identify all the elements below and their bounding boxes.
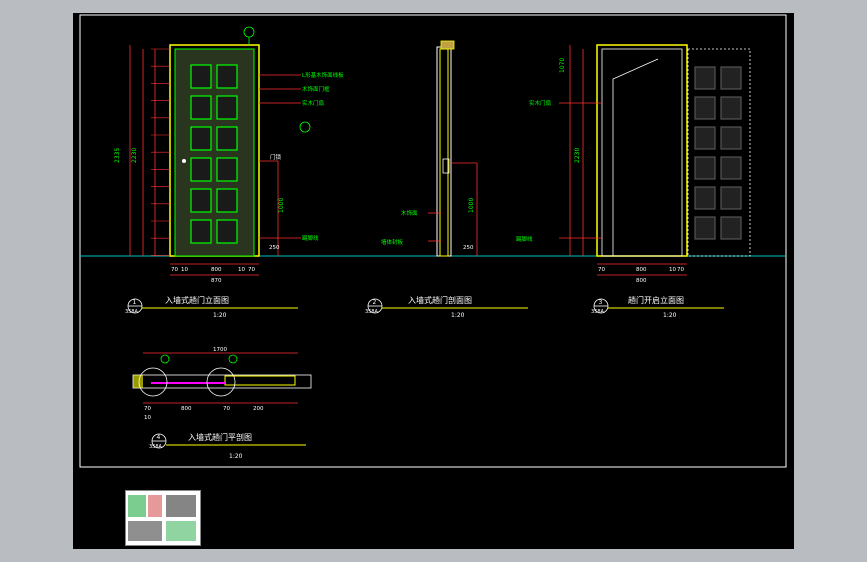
door-glass-panel xyxy=(216,157,238,182)
dim-250: 250 xyxy=(269,245,280,251)
svg-text:实木门扇: 实木门扇 xyxy=(529,99,551,107)
dim-2230: 2230 xyxy=(131,148,138,163)
view3-title: 趟门开启立面图 xyxy=(628,295,684,305)
door-glass-panel xyxy=(190,126,212,151)
svg-text:1:20: 1:20 xyxy=(663,312,677,319)
svg-text:70: 70 xyxy=(223,406,230,412)
svg-text:200: 200 xyxy=(253,406,264,412)
door-glass-panel xyxy=(694,66,716,90)
label-skirting: 踢脚线 xyxy=(302,234,319,242)
svg-text:墙体封板: 墙体封板 xyxy=(381,238,404,246)
view1-door-elevation: 2335 2230 L形基木饰面线板 木饰面门框 实木门扇 1000 门锁 踢脚… xyxy=(114,26,344,319)
svg-text:800: 800 xyxy=(181,406,192,412)
view3-door-open-elevation: 1070 2230 实木门扇 踢脚线 70 800 10 70 800 3 3S… xyxy=(516,44,751,319)
label-leaf: 实木门扇 xyxy=(302,99,324,107)
door-glass-panel xyxy=(694,96,716,120)
door-glass-panel xyxy=(190,188,212,213)
svg-text:10: 10 xyxy=(181,267,188,273)
view4-door-plan: 1700 70 800 70 200 10 4 3S8A 入墙式趟门平剖图 1:… xyxy=(132,347,312,460)
dim-2335: 2335 xyxy=(114,148,121,163)
svg-text:3: 3 xyxy=(599,299,603,306)
svg-text:木饰面: 木饰面 xyxy=(401,209,418,217)
door-glass-panel xyxy=(720,186,742,210)
door-glass-panel xyxy=(190,95,212,120)
svg-text:3S8A: 3S8A xyxy=(365,309,379,315)
svg-text:1700: 1700 xyxy=(213,347,227,353)
door-glass-panel xyxy=(190,64,212,89)
detail-callout-top xyxy=(243,26,255,38)
svg-text:800: 800 xyxy=(636,278,647,284)
svg-text:800: 800 xyxy=(211,267,222,273)
door-leaf xyxy=(174,48,255,257)
door-glass-panel xyxy=(720,156,742,180)
view4-title: 入墙式趟门平剖图 xyxy=(188,432,252,442)
door-glass-panel xyxy=(190,157,212,182)
door-glass-panel xyxy=(216,219,238,244)
svg-text:1:20: 1:20 xyxy=(451,312,465,319)
view2-door-section: 1000 木饰面 墙体封板 250 2 3S8A 入墙式趟门剖面图 1:20 xyxy=(365,40,528,319)
view2-title: 入墙式趟门剖面图 xyxy=(408,295,472,305)
door-glass-panel xyxy=(720,126,742,150)
svg-text:4: 4 xyxy=(157,434,161,441)
svg-text:70: 70 xyxy=(171,267,178,273)
svg-text:2: 2 xyxy=(373,299,377,306)
svg-text:踢脚线: 踢脚线 xyxy=(516,235,533,243)
view1-title: 入墙式趟门立面图 xyxy=(165,295,229,305)
door-glass-panel xyxy=(216,95,238,120)
svg-text:2230: 2230 xyxy=(574,148,581,163)
label-frame: 木饰面门框 xyxy=(302,85,330,93)
door-glass-panel xyxy=(694,216,716,240)
svg-text:10: 10 xyxy=(669,267,676,273)
door-glass-panel xyxy=(216,64,238,89)
label-handle: 门锁 xyxy=(270,153,282,161)
door-glass-panel xyxy=(720,96,742,120)
dim-1000: 1000 xyxy=(278,198,285,213)
door-glass-panel xyxy=(216,126,238,151)
door-glass-panel xyxy=(720,216,742,240)
svg-text:1070: 1070 xyxy=(559,58,566,73)
svg-text:3S8A: 3S8A xyxy=(125,309,139,315)
svg-text:10: 10 xyxy=(238,267,245,273)
svg-text:1:20: 1:20 xyxy=(213,312,227,319)
svg-text:70: 70 xyxy=(144,406,151,412)
door-glass-panel xyxy=(694,156,716,180)
layout-thumbnail[interactable] xyxy=(125,490,201,546)
svg-text:3S8A: 3S8A xyxy=(591,309,605,315)
label-l-board: L形基木饰面线板 xyxy=(302,71,344,79)
door-glass-panel xyxy=(694,186,716,210)
door-glass-panel xyxy=(720,66,742,90)
svg-text:70: 70 xyxy=(248,267,255,273)
door-glass-panel xyxy=(190,219,212,244)
svg-text:1: 1 xyxy=(133,299,137,306)
drawing-canvas: 2335 2230 L形基木饰面线板 木饰面门框 实木门扇 1000 门锁 踢脚… xyxy=(79,14,787,468)
svg-text:800: 800 xyxy=(636,267,647,273)
svg-text:1000: 1000 xyxy=(468,198,475,213)
cad-viewport[interactable]: 2335 2230 L形基木饰面线板 木饰面门框 实木门扇 1000 门锁 踢脚… xyxy=(73,13,794,549)
svg-text:870: 870 xyxy=(211,278,222,284)
svg-text:250: 250 xyxy=(463,245,474,251)
svg-text:10: 10 xyxy=(144,415,151,421)
door-glass-panel xyxy=(216,188,238,213)
detail-callout-mid xyxy=(299,121,311,133)
svg-text:3S8A: 3S8A xyxy=(149,444,163,450)
door-glass-panel xyxy=(694,126,716,150)
svg-text:70: 70 xyxy=(677,267,684,273)
svg-text:70: 70 xyxy=(598,267,605,273)
svg-text:1:20: 1:20 xyxy=(229,453,243,460)
door-handle xyxy=(182,159,186,163)
